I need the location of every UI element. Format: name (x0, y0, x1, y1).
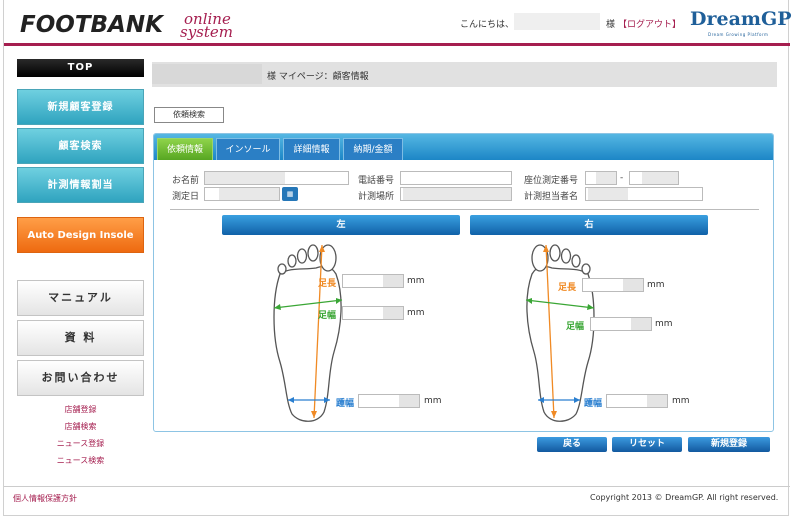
tab-details[interactable]: 詳細情報 (283, 138, 340, 160)
honorific-text: 様 (606, 20, 616, 30)
right-heel-width-label: 踵幅 (584, 399, 603, 409)
measure-date-label: 測定日 (172, 192, 200, 202)
logo-main-text: FOOTBANK (20, 12, 163, 38)
right-heel-width-unit: mm (672, 396, 690, 406)
left-heel-width-field[interactable] (358, 394, 420, 408)
measure-place-redacted (403, 188, 511, 200)
left-foot-length-redacted (383, 275, 403, 287)
auto-design-insole-button[interactable]: Auto Design Insole (17, 217, 144, 253)
measure-place-field[interactable] (400, 187, 512, 201)
logo-sub-system: system (180, 23, 233, 41)
staff-name-field[interactable] (585, 187, 703, 201)
tab-delivery-price[interactable]: 納期/金額 (343, 138, 403, 160)
left-foot-width-label: 足幅 (318, 311, 337, 321)
contact-button[interactable]: お問い合わせ (17, 360, 144, 396)
measure-place-label: 計測場所 (358, 192, 395, 202)
right-heel-width-redacted (647, 395, 667, 407)
documents-button[interactable]: 資 料 (17, 320, 144, 356)
greeting-text: こんにちは、 (460, 20, 515, 30)
news-register-link[interactable]: ニュース登録 (17, 438, 144, 449)
sidebar-top-button[interactable]: TOP (17, 59, 144, 77)
copyright-text: Copyright 2013 © DreamGP. All right rese… (590, 493, 779, 502)
right-foot-length-unit: mm (647, 280, 665, 290)
seat-number-field-2[interactable] (629, 171, 679, 185)
new-customer-button[interactable]: 新規顧客登録 (17, 89, 144, 125)
calendar-icon[interactable]: ▦ (282, 187, 298, 201)
form-divider (170, 209, 759, 210)
left-foot-width-unit: mm (407, 308, 425, 318)
right-foot-length-label: 足長 (558, 283, 577, 293)
tab-bar: 依頼情報 インソール 詳細情報 納期/金額 (154, 134, 773, 160)
register-button[interactable]: 新規登録 (688, 437, 770, 452)
tab-insole[interactable]: インソール (216, 138, 280, 160)
seat-number-field-1[interactable] (585, 171, 617, 185)
manual-button[interactable]: マニュアル (17, 280, 144, 316)
customer-search-button[interactable]: 顧客検索 (17, 128, 144, 164)
seat-number-1-redacted (596, 172, 616, 184)
phone-field[interactable] (400, 171, 512, 185)
seat-number-label: 座位測定番号 (524, 176, 579, 186)
measure-date-redacted (219, 188, 279, 200)
left-foot-length-label: 足長 (318, 279, 337, 289)
name-field-value-redacted (205, 172, 285, 184)
tab-request-info[interactable]: 依頼情報 (157, 138, 213, 160)
staff-name-redacted (588, 188, 628, 200)
left-heel-width-redacted (399, 395, 419, 407)
reset-button[interactable]: リセット (612, 437, 682, 452)
news-search-link[interactable]: ニュース検索 (17, 455, 144, 466)
left-foot-width-field[interactable] (342, 306, 404, 320)
name-label: お名前 (172, 176, 200, 186)
dreamgp-tagline: Dream Growing Platform (708, 32, 769, 37)
left-heel-width-unit: mm (424, 396, 442, 406)
privacy-policy-link[interactable]: 個人情報保護方針 (13, 493, 77, 504)
right-foot-width-redacted (631, 318, 651, 330)
left-foot-length-unit: mm (407, 276, 425, 286)
right-foot-length-field[interactable] (582, 278, 644, 292)
seat-number-2-redacted (642, 172, 678, 184)
name-field[interactable] (204, 171, 349, 185)
page-frame: FOOTBANK online system こんにちは、 様 【ログアウト】 … (3, 0, 792, 516)
page-title-bar: 様 マイページ：顧客情報 (152, 62, 777, 87)
measurement-assign-button[interactable]: 計測情報割当 (17, 167, 144, 203)
page-title: 様 マイページ：顧客情報 (267, 72, 369, 82)
customer-panel: 依頼情報 インソール 詳細情報 納期/金額 お名前 電話番号 座位測定番号 - … (153, 133, 774, 432)
left-heel-width-label: 踵幅 (336, 399, 355, 409)
left-foot-width-redacted (383, 307, 403, 319)
store-register-link[interactable]: 店舗登録 (17, 404, 144, 415)
back-button[interactable]: 戻る (537, 437, 607, 452)
customer-name-redacted (152, 64, 262, 84)
phone-label: 電話番号 (358, 176, 395, 186)
right-heel-width-field[interactable] (606, 394, 668, 408)
user-name-redacted (514, 13, 600, 30)
logout-link[interactable]: 【ログアウト】 (618, 17, 681, 30)
right-foot-header: 右 (470, 215, 708, 235)
request-search-button[interactable]: 依頼検索 (154, 107, 224, 123)
dreamgp-logo-text: DreamGP (690, 8, 792, 30)
footer-divider (4, 486, 790, 487)
left-foot-length-field[interactable] (342, 274, 404, 288)
right-foot-length-redacted (623, 279, 643, 291)
seat-number-separator: - (620, 173, 624, 183)
staff-name-label: 計測担当者名 (524, 192, 579, 202)
right-foot-width-unit: mm (655, 319, 673, 329)
right-foot-width-field[interactable] (590, 317, 652, 331)
store-search-link[interactable]: 店舗検索 (17, 421, 144, 432)
header: FOOTBANK online system こんにちは、 様 【ログアウト】 … (4, 0, 792, 46)
dreamgp-logo: DreamGP Dream Growing Platform (690, 8, 792, 40)
left-foot-header: 左 (222, 215, 460, 235)
measure-date-field[interactable] (204, 187, 280, 201)
right-foot-width-label: 足幅 (566, 322, 585, 332)
